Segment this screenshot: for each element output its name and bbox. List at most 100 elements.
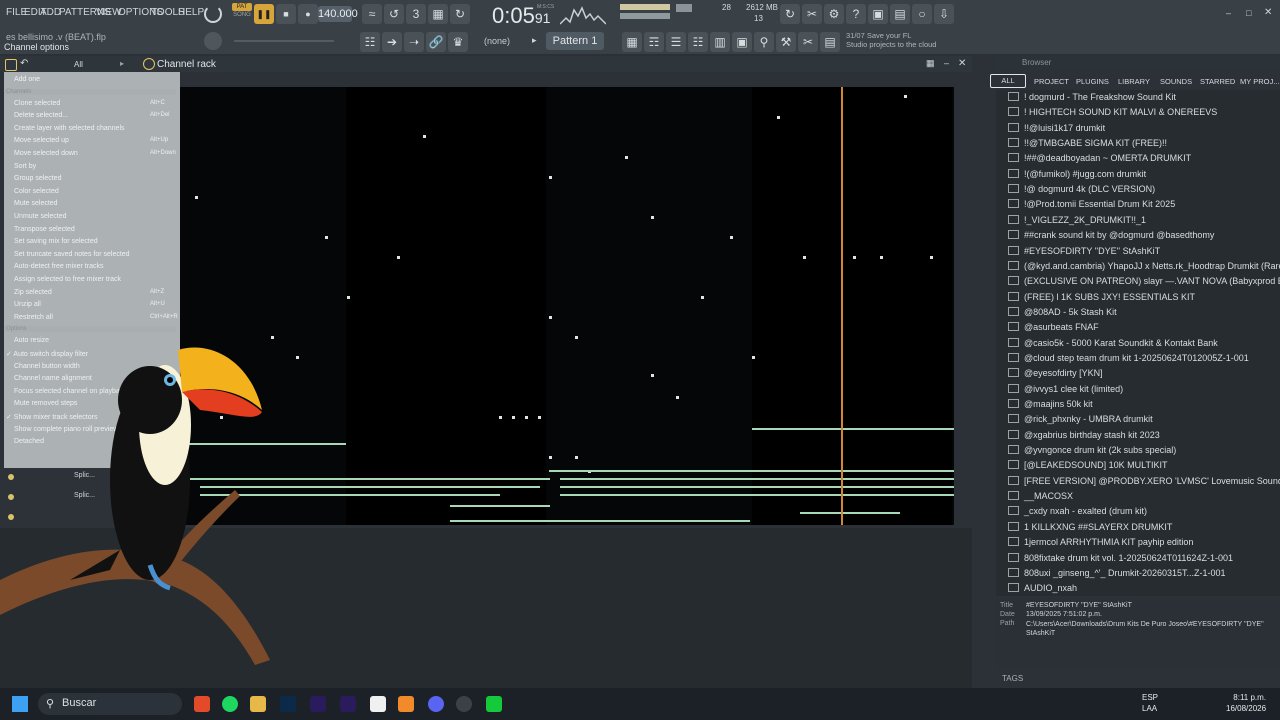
browser-folder-item[interactable]: @cloud step team drum kit 1-20250624T012… [1008, 353, 1249, 363]
menu-add[interactable]: ADD [40, 7, 61, 18]
browser-folder-item[interactable]: !!@TMBGABE SIGMA KIT (FREE)!! [1008, 138, 1167, 148]
menu-item[interactable]: Move selected down [14, 150, 78, 157]
tab-my-projects[interactable]: MY PROJ... [1240, 77, 1279, 86]
master-volume-knob[interactable] [204, 32, 222, 50]
browser-folder-item[interactable]: @yvngonce drum kit (2k subs special) [1008, 445, 1176, 455]
tools-icon[interactable]: ⚒ [776, 32, 796, 52]
master-pitch-slider[interactable] [234, 40, 334, 42]
cut-icon[interactable]: ✂ [802, 4, 822, 24]
brave-icon[interactable] [194, 696, 210, 712]
export-icon[interactable]: ▤ [890, 4, 910, 24]
browser-folder-item[interactable]: !##@deadboyadan ~ OMERTA DRUMKIT [1008, 153, 1191, 163]
piano-roll-icon[interactable]: ☷ [360, 32, 380, 52]
app-icon[interactable] [456, 696, 472, 712]
tab-all[interactable]: ALL [990, 74, 1026, 88]
swing-knob-icon[interactable] [143, 58, 155, 70]
browser-folder-item[interactable]: !_VIGLEZZ_2K_DRUMKIT!!_1 [1008, 215, 1146, 225]
browser-folder-item[interactable]: @rick_phxnky - UMBRA drumkit [1008, 414, 1153, 424]
browser-folder-item[interactable]: @asurbeats FNAF [1008, 322, 1099, 332]
menu-item[interactable]: Transpose selected [14, 226, 75, 233]
after-effects-icon[interactable] [310, 696, 326, 712]
taskbar-search[interactable]: ⚲ Buscar [38, 693, 182, 715]
filter-arrow-icon[interactable]: ▸ [120, 59, 124, 68]
browser-folder-item[interactable]: @xgabrius birthday stash kit 2023 [1008, 430, 1160, 440]
store-icon[interactable] [370, 696, 386, 712]
menu-item[interactable]: Color selected [14, 188, 59, 195]
stamp-icon[interactable]: ♛ [448, 32, 468, 52]
windows-start-icon[interactable] [12, 696, 28, 712]
scissors-icon[interactable]: ✂ [798, 32, 818, 52]
undo-icon[interactable]: ↶ [20, 58, 28, 69]
maximize-icon[interactable]: □ [1246, 8, 1251, 18]
wait-icon[interactable]: ↺ [384, 4, 404, 24]
menu-item[interactable]: Set saving mix for selected [14, 238, 98, 245]
menu-item[interactable]: Delete selected... [14, 112, 68, 119]
menu-item[interactable]: Group selected [14, 175, 61, 182]
browser-folder-item[interactable]: 1jermcol ARRHYTHMIA KIT payhip edition [1008, 537, 1193, 547]
spotify-icon[interactable] [222, 696, 238, 712]
arrow-icon[interactable]: ➔ [382, 32, 402, 52]
refresh-icon[interactable]: ↻ [780, 4, 800, 24]
pattern-selector[interactable]: Pattern 1 [546, 32, 604, 50]
menu-item[interactable]: Zip selected [14, 289, 52, 296]
tempo-display[interactable]: 140.000 [318, 6, 358, 22]
browser-folder-item[interactable]: _cxdy nxah - exalted (drum kit) [1008, 506, 1147, 516]
snap-icon[interactable]: ➝ [404, 32, 424, 52]
browser-folder-item[interactable]: ##crank sound kit by @dogmurd @basedthom… [1008, 230, 1214, 240]
link-icon[interactable]: 🔗 [426, 32, 446, 52]
plugin-icon[interactable]: ⚙ [824, 4, 844, 24]
browser-folder-item[interactable]: #EYESOFDIRTY ''DYE'' StAshKiT [1008, 246, 1160, 256]
menu-item[interactable]: Clone selected [14, 100, 60, 107]
browser-folder-item[interactable]: [FREE VERSION] @PRODBY.XERO 'LVMSC' Love… [1008, 476, 1280, 486]
rack-grid-icon[interactable]: ▦ [926, 58, 935, 69]
tab-project[interactable]: PROJECT [1034, 77, 1069, 86]
browser-folder-item[interactable]: 1 KILLKXNG ##SLAYERX DRUMKIT [1008, 522, 1172, 532]
folder-icon[interactable] [250, 696, 266, 712]
channel-rack-view-icon[interactable]: ☰ [666, 32, 686, 52]
help-icon[interactable]: ? [846, 4, 866, 24]
cart-icon[interactable]: ▤ [820, 32, 840, 52]
tab-sounds[interactable]: SOUNDS [1160, 77, 1192, 86]
menu-item[interactable]: Unmute selected [14, 213, 67, 220]
menu-item[interactable]: Move selected up [14, 137, 69, 144]
browser-folder-item[interactable]: __MACOSX [1008, 491, 1073, 501]
browser-folder-item[interactable]: (FREE) l 1K SUBS JXY! ESSENTIALS KIT [1008, 292, 1195, 302]
browser-folder-item[interactable]: @eyesofdirty [YKN] [1008, 368, 1103, 378]
discord-icon[interactable] [428, 696, 444, 712]
system-clock[interactable]: 8:11 p.m. 16/08/2026 [1226, 692, 1266, 714]
browser-folder-item[interactable]: @ivvys1 clee kit (limited) [1008, 384, 1123, 394]
record-button[interactable]: ● [298, 4, 318, 24]
browser-folder-item[interactable]: [@LEAKEDSOUND] 10K MULTIKIT [1008, 460, 1168, 470]
playlist-icon[interactable]: ▦ [622, 32, 642, 52]
save-icon[interactable]: ▣ [868, 4, 888, 24]
browser-folder-item[interactable]: 808fixtake drum kit vol. 1-20250624T0116… [1008, 553, 1233, 563]
browser-view-icon[interactable]: ▥ [710, 32, 730, 52]
tab-starred[interactable]: STARRED [1200, 77, 1235, 86]
pianoroll-view-icon[interactable]: ☶ [644, 32, 664, 52]
tab-plugins[interactable]: PLUGINS [1076, 77, 1109, 86]
step-edit-icon[interactable]: ▦ [428, 4, 448, 24]
photoshop-icon[interactable] [280, 696, 296, 712]
metronome-icon[interactable]: ≈ [362, 4, 382, 24]
browser-folder-item[interactable]: @casio5k - 5000 Karat Soundkit & Kontakt… [1008, 338, 1218, 348]
browser-folder-item[interactable]: @808AD - 5k Stash Kit [1008, 307, 1117, 317]
channel-options-icon[interactable] [5, 59, 17, 71]
sample-icon[interactable]: ▣ [732, 32, 752, 52]
pattern-prev-icon[interactable]: ▸ [532, 35, 537, 46]
menu-item[interactable]: Auto-detect free mixer tracks [14, 263, 103, 270]
browser-folder-item[interactable]: @maajins 50k kit [1008, 399, 1093, 409]
premiere-icon[interactable] [340, 696, 356, 712]
browser-folder-item[interactable]: !@Prod.tomii Essential Drum Kit 2025 [1008, 199, 1175, 209]
fl-studio-icon[interactable] [398, 696, 414, 712]
plug-icon[interactable]: ⚲ [754, 32, 774, 52]
download-icon[interactable]: ⇩ [934, 4, 954, 24]
menu-item[interactable]: Add one [14, 76, 40, 83]
browser-folder-item[interactable]: AUDIO_nxah [1008, 583, 1077, 593]
browser-folder-item[interactable]: ! dogmurd - The Freakshow Sound Kit [1008, 92, 1176, 102]
close-app-icon[interactable]: ✕ [1264, 7, 1272, 18]
snap-selector[interactable]: (none) [484, 36, 510, 46]
browser-folder-item[interactable]: 808uxi _ginseng_^'_ Drumkit-20260315T...… [1008, 568, 1226, 578]
tab-library[interactable]: LIBRARY [1118, 77, 1150, 86]
menu-item[interactable]: Assign selected to free mixer track [14, 276, 121, 283]
browser-folder-item[interactable]: (@kyd.and.cambria) YhapoJJ x Netts.rk_Ho… [1008, 261, 1280, 271]
